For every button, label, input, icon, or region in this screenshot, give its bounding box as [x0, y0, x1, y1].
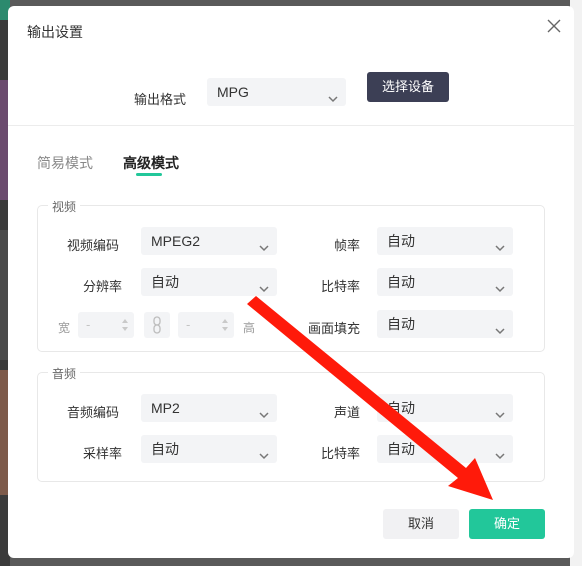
- dialog-header: 输出设置: [8, 6, 574, 54]
- framerate-select[interactable]: 自动: [377, 227, 513, 255]
- video-codec-select[interactable]: MPEG2: [141, 227, 277, 255]
- spinner-arrows-icon[interactable]: [120, 316, 130, 334]
- audio-settings-group: 音频 音频编码 MP2 声道 自动 采样率 自动 比特率 自动: [37, 365, 545, 482]
- width-value: -: [86, 317, 91, 332]
- chevron-down-icon: [258, 276, 270, 293]
- mode-tabs: 简易模式 高级模式: [8, 146, 574, 178]
- audio-codec-label: 音频编码: [67, 405, 120, 420]
- framerate-label: 帧率: [334, 238, 361, 253]
- video-group-title: 视频: [48, 198, 81, 215]
- output-format-value: MPG: [217, 84, 249, 100]
- confirm-button[interactable]: 确定: [469, 509, 545, 539]
- active-tab-indicator: [136, 173, 162, 176]
- video-codec-label: 视频编码: [67, 238, 120, 253]
- fill-mode-value: 自动: [387, 316, 415, 332]
- audio-codec-value: MP2: [151, 400, 180, 416]
- video-bitrate-select[interactable]: 自动: [377, 268, 513, 296]
- samplerate-value: 自动: [151, 441, 179, 457]
- fill-mode-select[interactable]: 自动: [377, 310, 513, 338]
- width-label: 宽: [58, 321, 71, 335]
- chevron-down-icon: [494, 402, 506, 419]
- channel-value: 自动: [387, 400, 415, 416]
- tab-simple-mode[interactable]: 简易模式: [37, 153, 93, 173]
- channel-select[interactable]: 自动: [377, 394, 513, 422]
- height-value: -: [186, 317, 191, 332]
- tab-advanced-mode[interactable]: 高级模式: [123, 153, 179, 173]
- chevron-down-icon: [258, 402, 270, 419]
- output-settings-dialog: 输出设置 输出格式 MPG 选择设备 简易模式 高级模式 视频 视频编码 MPE…: [8, 6, 574, 558]
- output-format-select[interactable]: MPG: [207, 78, 346, 106]
- audio-codec-select[interactable]: MP2: [141, 394, 277, 422]
- chevron-down-icon: [494, 443, 506, 460]
- video-codec-value: MPEG2: [151, 233, 201, 249]
- choose-device-button[interactable]: 选择设备: [367, 72, 449, 102]
- audio-bitrate-select[interactable]: 自动: [377, 435, 513, 463]
- width-input[interactable]: -: [78, 312, 134, 338]
- cancel-button[interactable]: 取消: [383, 509, 459, 539]
- framerate-value: 自动: [387, 233, 415, 249]
- resolution-value: 自动: [151, 274, 179, 290]
- spinner-arrows-icon[interactable]: [220, 316, 230, 334]
- link-icon[interactable]: [144, 312, 170, 338]
- height-label: 高: [243, 321, 256, 335]
- audio-bitrate-value: 自动: [387, 441, 415, 457]
- height-input[interactable]: -: [178, 312, 234, 338]
- resolution-label: 分辨率: [83, 279, 123, 294]
- samplerate-select[interactable]: 自动: [141, 435, 277, 463]
- chevron-down-icon: [494, 318, 506, 335]
- chevron-down-icon: [494, 235, 506, 252]
- output-format-label: 输出格式: [134, 92, 187, 107]
- audio-bitrate-label: 比特率: [321, 446, 361, 461]
- video-settings-group: 视频 视频编码 MPEG2 帧率 自动 分辨率 自动 比特率 自动 宽 - - …: [37, 198, 545, 352]
- chevron-down-icon: [258, 443, 270, 460]
- samplerate-label: 采样率: [83, 446, 123, 461]
- audio-group-title: 音频: [48, 365, 81, 382]
- chevron-down-icon: [258, 235, 270, 252]
- video-bitrate-value: 自动: [387, 274, 415, 290]
- fill-mode-label: 画面填充: [308, 321, 361, 336]
- output-format-row: 输出格式 MPG 选择设备: [8, 54, 574, 126]
- resolution-select[interactable]: 自动: [141, 268, 277, 296]
- channel-label: 声道: [334, 405, 361, 420]
- video-bitrate-label: 比特率: [321, 279, 361, 294]
- close-icon[interactable]: [544, 16, 564, 36]
- chevron-down-icon: [327, 86, 339, 103]
- chevron-down-icon: [494, 276, 506, 293]
- dialog-title: 输出设置: [27, 24, 83, 40]
